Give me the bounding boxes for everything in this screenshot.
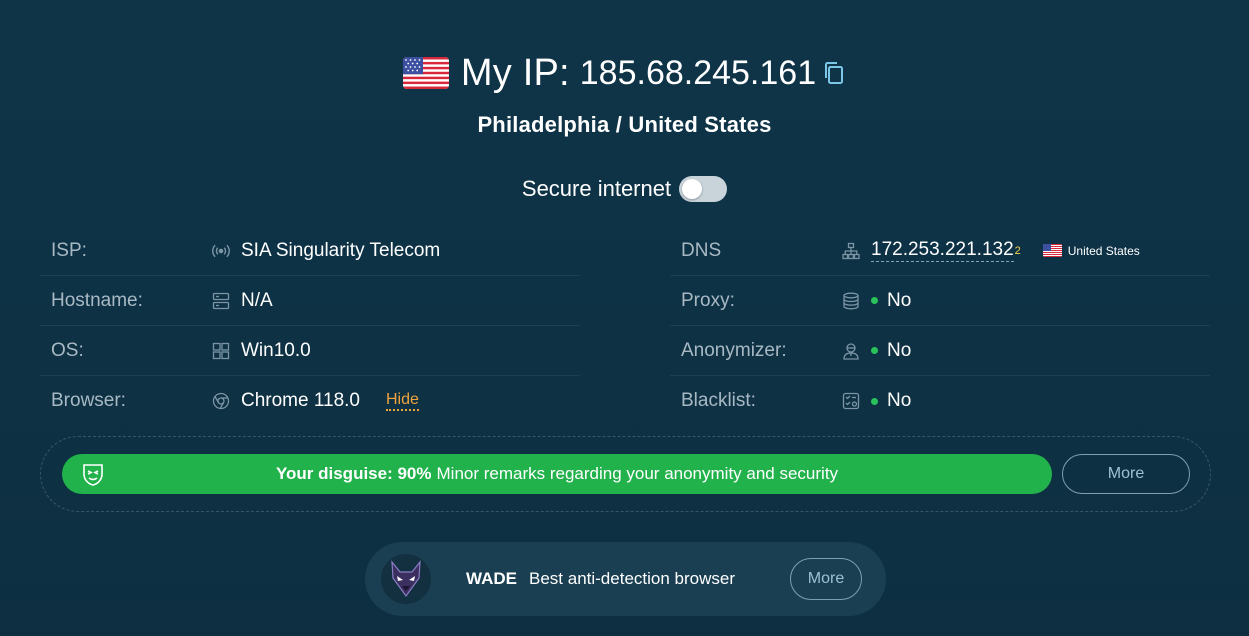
hostname-label: Hostname: bbox=[51, 289, 143, 311]
ip-line: My IP: 185.68.245.161 bbox=[402, 48, 846, 98]
blacklist-label: Blacklist: bbox=[681, 390, 756, 411]
signal-icon bbox=[211, 241, 231, 261]
mask-icon bbox=[80, 461, 106, 487]
list-check-icon bbox=[841, 391, 861, 411]
hostname-row: Hostname: N/A bbox=[40, 276, 580, 326]
browser-row: Browser: Chrome 118.0 Hide bbox=[40, 376, 580, 426]
network-icon bbox=[841, 241, 861, 261]
proxy-value: No bbox=[887, 289, 912, 311]
hostname-value: N/A bbox=[241, 289, 273, 311]
dns-count: 2 bbox=[1014, 244, 1021, 257]
promo-more-button[interactable]: More bbox=[790, 558, 862, 600]
secure-internet-toggle[interactable] bbox=[679, 176, 728, 202]
os-label: OS: bbox=[51, 339, 84, 361]
copy-icon[interactable] bbox=[822, 60, 846, 86]
dns-row: DNS 172.253.221.132 2 United States bbox=[670, 226, 1210, 276]
promo-brand: WADE bbox=[466, 569, 517, 588]
anonymizer-status-dot bbox=[871, 347, 878, 354]
isp-label: ISP: bbox=[51, 239, 87, 261]
user-mask-icon bbox=[841, 341, 861, 361]
dns-country: United States bbox=[1067, 243, 1140, 258]
ip-label: My IP: bbox=[460, 51, 570, 94]
anonymizer-value: No bbox=[887, 339, 912, 361]
us-flag-small-icon bbox=[1042, 244, 1062, 257]
database-icon bbox=[841, 291, 861, 311]
hide-browser-link[interactable]: Hide bbox=[386, 391, 419, 411]
dns-label: DNS bbox=[681, 239, 722, 261]
browser-value: Chrome 118.0 bbox=[241, 390, 360, 411]
browser-label: Browser: bbox=[51, 390, 126, 411]
wade-logo-icon bbox=[381, 554, 431, 604]
anonymizer-row: Anonymizer: No bbox=[670, 326, 1210, 376]
blacklist-row: Blacklist: No bbox=[670, 376, 1210, 426]
disguise-bar: Your disguise: 90% Minor remarks regardi… bbox=[62, 454, 1052, 494]
wade-promo[interactable]: WADE Best anti-detection browser More bbox=[365, 542, 886, 616]
browser-icon bbox=[211, 391, 231, 411]
windows-icon bbox=[211, 341, 231, 361]
secure-internet: Secure internet bbox=[0, 176, 1249, 202]
promo-text: Best anti-detection browser bbox=[529, 569, 735, 588]
disguise-score: Your disguise: 90% bbox=[275, 464, 432, 483]
dns-value[interactable]: 172.253.221.132 bbox=[871, 239, 1014, 262]
anonymizer-label: Anonymizer: bbox=[681, 339, 787, 361]
info-right-column: DNS 172.253.221.132 2 United States Prox… bbox=[670, 226, 1210, 426]
proxy-status-dot bbox=[871, 297, 878, 304]
ip-value[interactable]: 185.68.245.161 bbox=[580, 54, 816, 93]
location: Philadelphia / United States bbox=[477, 112, 772, 137]
blacklist-status-dot bbox=[871, 397, 878, 405]
os-row: OS: Win10.0 bbox=[40, 326, 580, 376]
disguise-text: Minor remarks regarding your anonymity a… bbox=[436, 464, 839, 483]
blacklist-value: No bbox=[887, 390, 912, 411]
proxy-label: Proxy: bbox=[681, 289, 735, 311]
disguise-more-button[interactable]: More bbox=[1062, 454, 1190, 494]
toggle-knob bbox=[682, 179, 703, 199]
secure-internet-label: Secure internet bbox=[521, 176, 672, 201]
us-flag-icon bbox=[402, 57, 449, 89]
os-value: Win10.0 bbox=[241, 339, 311, 361]
disguise-panel: Your disguise: 90% Minor remarks regardi… bbox=[40, 436, 1211, 512]
isp-row: ISP: SIA Singularity Telecom bbox=[40, 226, 580, 276]
info-left-column: ISP: SIA Singularity Telecom Hostname: N… bbox=[40, 226, 580, 426]
server-icon bbox=[211, 291, 231, 311]
proxy-row: Proxy: No bbox=[670, 276, 1210, 326]
isp-value: SIA Singularity Telecom bbox=[241, 239, 441, 261]
ip-header: My IP: 185.68.245.161 Philadelphia / Uni… bbox=[0, 48, 1249, 138]
